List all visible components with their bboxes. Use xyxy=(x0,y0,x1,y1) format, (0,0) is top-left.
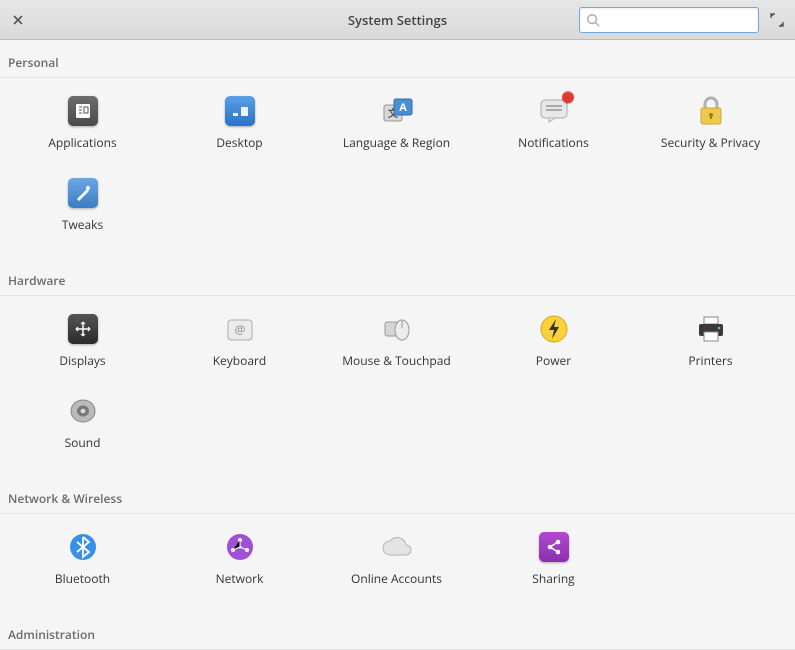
item-label: Tweaks xyxy=(62,216,103,233)
section-header-hardware: Hardware xyxy=(0,258,795,296)
item-label: Mouse & Touchpad xyxy=(342,352,450,369)
item-label: Network xyxy=(216,570,264,587)
item-label: Bluetooth xyxy=(55,570,110,587)
section-header-personal: Personal xyxy=(0,40,795,78)
item-label: Keyboard xyxy=(213,352,267,369)
section-header-network: Network & Wireless xyxy=(0,476,795,514)
content: Personal Applications xyxy=(0,40,795,650)
search-field[interactable] xyxy=(579,7,759,33)
printer-icon xyxy=(694,312,728,346)
close-icon xyxy=(13,15,23,25)
item-label: Language & Region xyxy=(343,134,450,151)
item-notifications[interactable]: Notifications xyxy=(475,88,632,170)
item-bluetooth[interactable]: Bluetooth xyxy=(4,524,161,606)
item-applications[interactable]: Applications xyxy=(4,88,161,170)
item-language-region[interactable]: 文 A Language & Region xyxy=(318,88,475,170)
item-label: Printers xyxy=(688,352,732,369)
item-network[interactable]: Network xyxy=(161,524,318,606)
svg-text:A: A xyxy=(399,100,407,115)
notifications-icon xyxy=(537,94,571,128)
item-label: Security & Privacy xyxy=(661,134,760,151)
power-icon xyxy=(537,312,571,346)
network-icon xyxy=(223,530,257,564)
search-input[interactable] xyxy=(604,13,752,27)
item-label: Sharing xyxy=(532,570,574,587)
item-keyboard[interactable]: @ Keyboard xyxy=(161,306,318,388)
svg-text:@: @ xyxy=(234,321,245,338)
item-label: Online Accounts xyxy=(351,570,442,587)
window-title: System Settings xyxy=(348,11,447,29)
item-desktop[interactable]: Desktop xyxy=(161,88,318,170)
applications-icon xyxy=(66,94,100,128)
section-header-administration: Administration xyxy=(0,612,795,650)
keyboard-icon: @ xyxy=(223,312,257,346)
language-icon: 文 A xyxy=(380,94,414,128)
lock-icon xyxy=(694,94,728,128)
maximize-button[interactable] xyxy=(767,10,787,30)
displays-icon xyxy=(66,312,100,346)
close-button[interactable] xyxy=(8,10,28,30)
sharing-icon xyxy=(537,530,571,564)
item-tweaks[interactable]: Tweaks xyxy=(4,170,161,252)
desktop-icon xyxy=(223,94,257,128)
item-printers[interactable]: Printers xyxy=(632,306,789,388)
search-icon xyxy=(586,13,600,27)
item-displays[interactable]: Displays xyxy=(4,306,161,388)
bluetooth-icon xyxy=(66,530,100,564)
maximize-icon xyxy=(770,13,784,27)
item-label: Applications xyxy=(48,134,116,151)
item-security-privacy[interactable]: Security & Privacy xyxy=(632,88,789,170)
item-label: Displays xyxy=(59,352,105,369)
titlebar: System Settings xyxy=(0,0,795,40)
cloud-icon xyxy=(380,530,414,564)
sound-icon xyxy=(66,394,100,428)
grid-network: Bluetooth Network Online xyxy=(0,524,795,612)
item-label: Sound xyxy=(65,434,101,451)
item-label: Power xyxy=(536,352,571,369)
item-sound[interactable]: Sound xyxy=(4,388,161,470)
mouse-icon xyxy=(380,312,414,346)
notification-badge-icon xyxy=(562,91,574,103)
item-sharing[interactable]: Sharing xyxy=(475,524,632,606)
item-online-accounts[interactable]: Online Accounts xyxy=(318,524,475,606)
item-mouse-touchpad[interactable]: Mouse & Touchpad xyxy=(318,306,475,388)
grid-hardware: Displays @ Keyboard Mouse & Touchpad xyxy=(0,306,795,476)
grid-personal: Applications Desktop 文 A xyxy=(0,88,795,258)
tweaks-icon xyxy=(66,176,100,210)
item-label: Notifications xyxy=(518,134,589,151)
item-label: Desktop xyxy=(216,134,262,151)
item-power[interactable]: Power xyxy=(475,306,632,388)
